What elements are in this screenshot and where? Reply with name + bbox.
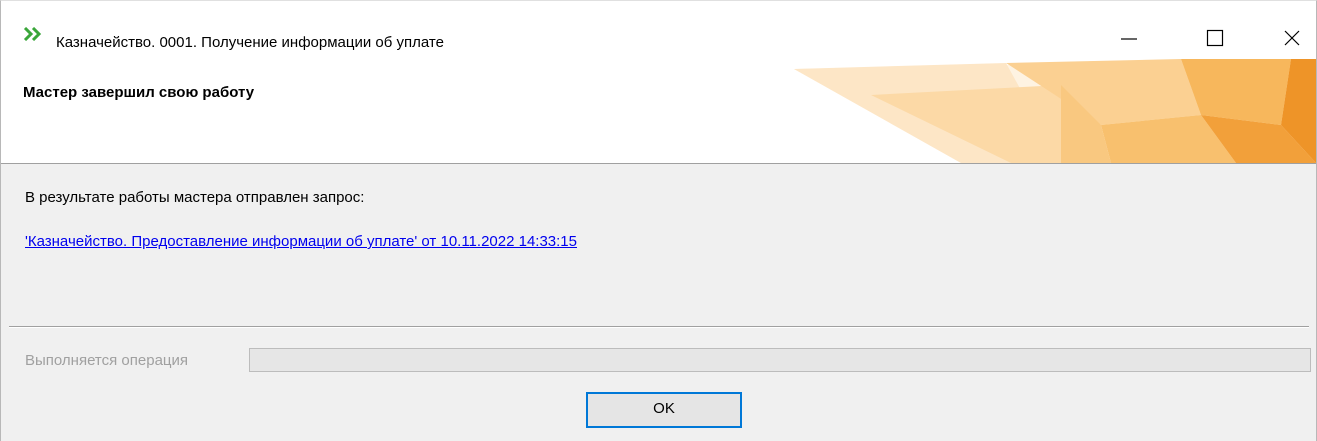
- minimize-button[interactable]: [1081, 1, 1173, 55]
- request-link[interactable]: 'Казначейство. Предоставление информации…: [25, 233, 577, 250]
- header-divider: [1, 163, 1316, 164]
- close-button[interactable]: [1241, 1, 1316, 55]
- wizard-window: Казначейство. 0001. Получение информации…: [0, 0, 1317, 441]
- progress-label: Выполняется операция: [25, 352, 189, 369]
- double-chevron-right-icon: [23, 27, 42, 41]
- content-divider-highlight: [9, 327, 1309, 328]
- close-icon: [1284, 30, 1300, 46]
- title-bar[interactable]: Казначейство. 0001. Получение информации…: [1, 1, 1316, 55]
- header-decoration: [794, 59, 1316, 163]
- ok-button[interactable]: OK: [586, 392, 742, 428]
- wizard-header: Мастер завершил свою работу: [1, 55, 1316, 163]
- window-title: Казначейство. 0001. Получение информации…: [56, 34, 444, 51]
- progress-bar: [249, 348, 1311, 372]
- header-title: Мастер завершил свою работу: [23, 84, 255, 101]
- result-message: В результате работы мастера отправлен за…: [25, 189, 365, 206]
- minimize-icon: [1121, 38, 1137, 40]
